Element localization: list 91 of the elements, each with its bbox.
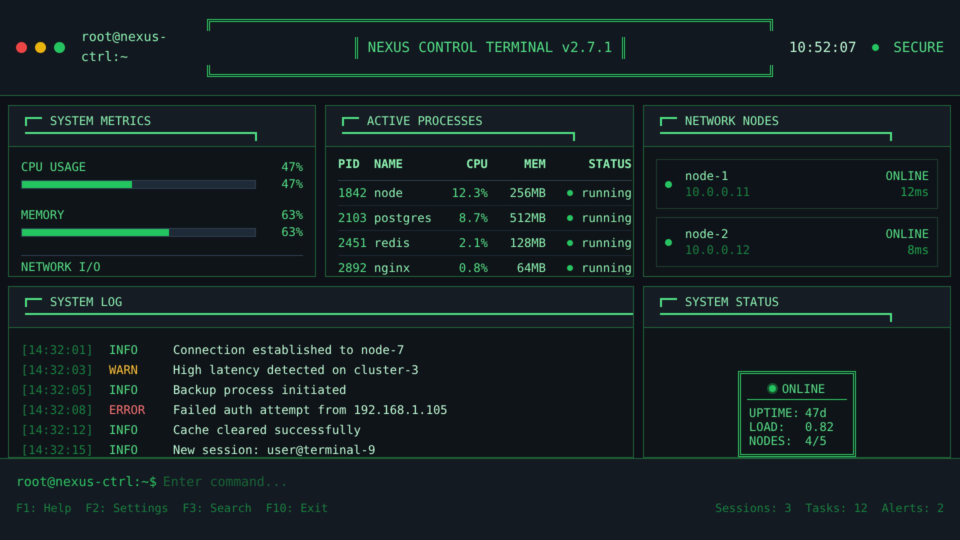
panel-title: ACTIVE PROCESSES	[367, 113, 483, 130]
column-header: NAME	[374, 157, 432, 181]
metric-reading: 63%	[281, 225, 303, 239]
stat-label: UPTIME:	[749, 406, 801, 420]
metric-value: 47%	[281, 159, 303, 175]
log-level: ERROR	[109, 402, 146, 419]
status-text: running	[581, 185, 632, 202]
corner-decoration	[25, 117, 42, 126]
shortcut-hint: F3: Search	[182, 501, 252, 515]
stat-label: NODES:	[749, 434, 794, 448]
table-cell: nginx	[374, 256, 432, 276]
log-time: [14:32:03]	[21, 362, 94, 379]
table-cell: 256MB	[488, 181, 546, 206]
command-prompt: root@nexus-ctrl:~$	[16, 475, 157, 490]
table-cell: 512MB	[488, 206, 546, 231]
panel-title: SYSTEM METRICS	[50, 113, 152, 130]
app-title: NEXUS CONTROL TERMINAL v2.7.1	[354, 36, 626, 58]
stat-value: 0.82	[805, 420, 834, 434]
status-stat: Tasks: 12	[805, 501, 868, 515]
node-name: node-1	[685, 168, 730, 184]
corner-decoration	[660, 117, 677, 126]
metric-label: NETWORK I/O	[21, 260, 102, 274]
status-text: ONLINE	[782, 382, 826, 396]
table-cell: postgres	[374, 206, 432, 231]
panel-title: SYSTEM LOG	[50, 294, 122, 311]
status-stat: Alerts: 2	[882, 501, 944, 515]
table-cell: 2892	[338, 256, 374, 276]
column-header: PID	[338, 157, 374, 181]
column-header: CPU	[432, 157, 488, 181]
table-cell: 1842	[338, 181, 374, 206]
log-level: INFO	[109, 442, 139, 457]
node-latency: 8ms	[906, 242, 929, 258]
status-stat: Sessions: 3	[715, 501, 792, 515]
stat-value: 4/5	[805, 434, 827, 448]
log-message: Connection established to node-7	[173, 342, 404, 359]
shortcut-hint: F1: Help	[16, 501, 72, 515]
metric-label: MEMORY	[21, 207, 64, 223]
log-level: INFO	[109, 382, 139, 399]
log-message: Backup process initiated	[173, 382, 346, 399]
table-cell: 12.3%	[432, 181, 488, 206]
log-message: Cache cleared successfully	[173, 422, 361, 439]
log-level: INFO	[109, 422, 139, 439]
corner-decoration	[660, 298, 677, 307]
security-status: SECURE	[893, 40, 944, 56]
clock: 10:52:07	[788, 40, 856, 56]
log-level: WARN	[109, 362, 139, 379]
log-message: New session: user@terminal-9	[173, 442, 376, 457]
status-text: running	[581, 235, 632, 252]
window-control-dot[interactable]	[16, 42, 27, 53]
table-cell: 128MB	[488, 231, 546, 256]
column-header: STATUS	[546, 157, 632, 181]
log-time: [14:32:08]	[21, 402, 94, 419]
corner-decoration	[342, 117, 359, 126]
user-host: root@nexus-ctrl:~	[81, 28, 168, 66]
status-text: running	[581, 210, 632, 227]
table-cell: node	[374, 181, 432, 206]
shortcut-hint: F10: Exit	[266, 501, 328, 515]
window-control-dot[interactable]	[54, 42, 65, 53]
table-cell: redis	[374, 231, 432, 256]
log-time: [14:32:05]	[21, 382, 94, 399]
log-time: [14:32:01]	[21, 342, 94, 359]
table-cell: 8.7%	[432, 206, 488, 231]
stat-value: 47d	[805, 406, 827, 420]
panel-title: SYSTEM STATUS	[685, 294, 779, 311]
table-cell: 2103	[338, 206, 374, 231]
column-header: MEM	[488, 157, 546, 181]
table-cell: 0.8%	[432, 256, 488, 276]
panel-title: NETWORK NODES	[685, 113, 779, 130]
table-cell: 2451	[338, 231, 374, 256]
metric-label: CPU USAGE	[21, 159, 86, 175]
log-level: INFO	[109, 342, 139, 359]
log-message: Failed auth attempt from 192.168.1.105	[173, 402, 448, 419]
node-status: ONLINE	[886, 168, 929, 184]
table-cell: 2.1%	[432, 231, 488, 256]
metric-reading: 47%	[281, 177, 303, 191]
status-text: running	[581, 260, 632, 276]
table-cell: 64MB	[488, 256, 546, 276]
log-time: [14:32:15]	[21, 442, 94, 457]
corner-decoration	[25, 298, 42, 307]
window-control-dot[interactable]	[35, 42, 46, 53]
node-ip: 10.0.0.12	[685, 242, 752, 258]
node-name: node-2	[685, 226, 730, 242]
stat-label: LOAD:	[749, 420, 786, 434]
shortcut-hint: F2: Settings	[85, 501, 168, 515]
log-time: [14:32:12]	[21, 422, 94, 439]
node-status: ONLINE	[886, 226, 929, 242]
node-latency: 12ms	[899, 184, 929, 200]
metric-value: 63%	[281, 207, 303, 223]
log-message: High latency detected on cluster-3	[173, 362, 419, 379]
command-input[interactable]: Enter command...	[162, 475, 463, 490]
node-ip: 10.0.0.11	[685, 184, 752, 200]
